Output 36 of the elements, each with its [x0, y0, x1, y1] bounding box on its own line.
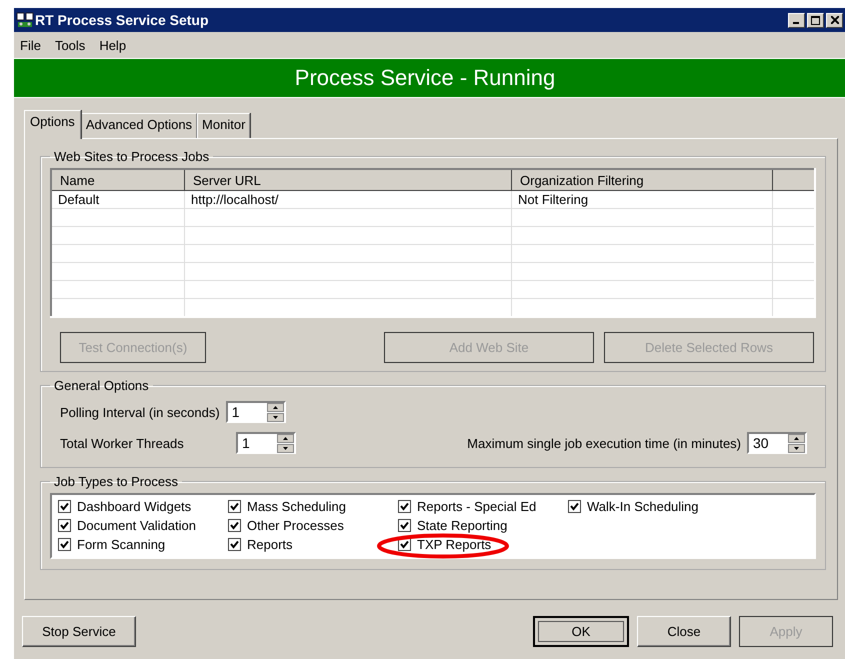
- checkbox-label: State Reporting: [417, 518, 508, 533]
- dialog-button[interactable]: Close: [637, 616, 731, 647]
- table-cell: Not Filtering: [512, 190, 772, 208]
- checkbox-label: Reports: [247, 537, 293, 552]
- number-spinner[interactable]: 1: [236, 432, 296, 454]
- menu-item[interactable]: File: [20, 38, 41, 52]
- checkbox-label: Other Processes: [247, 518, 344, 533]
- dialog-button[interactable]: Stop Service: [22, 616, 136, 647]
- dialog-button[interactable]: OK: [533, 616, 629, 647]
- table-cell: Default: [51, 190, 184, 208]
- menu-item[interactable]: Tools: [54, 38, 86, 52]
- tab[interactable]: Advanced Options: [80, 113, 198, 138]
- column-header[interactable]: Name: [51, 169, 184, 190]
- checkbox-label: Document Validation: [77, 518, 196, 533]
- checkbox-label: TXP Reports: [417, 537, 492, 552]
- checkbox-label: Dashboard Widgets: [77, 499, 192, 514]
- table-cell: http://localhost/: [184, 190, 512, 208]
- status-banner: Process Service - Running: [14, 58, 845, 98]
- window-title: RT Process Service Setup: [35, 12, 209, 28]
- checkbox-label: Walk-In Scheduling: [587, 499, 699, 514]
- field-label: Total Worker Threads: [60, 436, 185, 450]
- field-label: Polling Interval (in seconds): [60, 404, 220, 420]
- number-spinner[interactable]: 30: [747, 432, 807, 454]
- group-title: Web Sites to Process Jobs: [53, 149, 210, 164]
- number-spinner[interactable]: 1: [226, 401, 286, 423]
- group-title: General Options: [53, 378, 150, 393]
- group-title: Job Types to Process: [53, 474, 180, 489]
- menu-item[interactable]: Help: [99, 38, 126, 52]
- checkbox-label: Reports - Special Ed: [417, 499, 536, 514]
- column-header[interactable]: Server URL: [184, 169, 512, 190]
- tab[interactable]: Options: [24, 110, 81, 139]
- checkbox-label: Mass Scheduling: [247, 499, 346, 514]
- column-header[interactable]: Organization Filtering: [512, 169, 772, 190]
- tab[interactable]: Monitor: [197, 113, 250, 138]
- field-label: Maximum single job execution time (in minutes): [467, 436, 741, 450]
- checkbox-label: Form Scanning: [77, 537, 166, 552]
